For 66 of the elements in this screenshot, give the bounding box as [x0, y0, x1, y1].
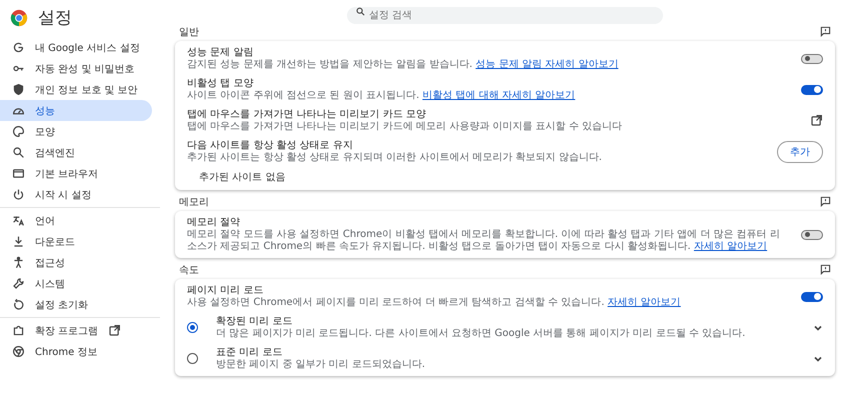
browser-window-icon [12, 167, 25, 180]
toggle-switch[interactable] [801, 292, 823, 302]
sidebar-item[interactable]: 개인 정보 보호 및 보안 [0, 79, 152, 100]
description: 더 많은 페이지가 미리 로드됩니다. 다른 사이트에서 요청하면 Google 서버를 통해 페이지가 미리 로드될 수 있습니다. [216, 328, 746, 340]
accessibility-icon [12, 256, 25, 269]
download-icon [12, 235, 25, 248]
palette-icon [12, 125, 25, 138]
learn-more-link[interactable]: 자세히 알아보기 [694, 241, 768, 252]
learn-more-link[interactable]: 자세히 알아보기 [608, 297, 681, 308]
puzzle-icon [12, 324, 25, 337]
shield-icon [12, 83, 25, 96]
sidebar-item[interactable]: 검색엔진 [0, 142, 152, 163]
sidebar-item[interactable]: 시작 시 설정 [0, 184, 152, 205]
sidebar-item[interactable]: 언어 [0, 210, 152, 231]
reset-icon [12, 298, 25, 311]
section-title: 일반 [179, 26, 199, 38]
sidebar-item[interactable]: 모양 [0, 121, 152, 142]
description: 사용 설정하면 Chrome에서 페이지를 미리 로드하여 더 빠르게 탐색하고 검색할 수 있습니다. 자세히 알아보기 [187, 297, 682, 309]
description: 메모리 절약 모드를 사용 설정하면 Chrome이 비활성 탭에서 메모리를 확보합니다. 이에 따라 활성 탭과 기타 앱에 더 많은 컴퓨터 리소스가 제공되고 Chrome의 빠른 속도가 유지됩니다. 비활성 탭으로 돌아가면 탭이 자동으로 다시 활성화됩니다. 자세히 알아보기 [187, 229, 781, 253]
section-title: 속도 [179, 264, 199, 276]
sidebar-item[interactable]: 시스템 [0, 273, 152, 294]
option-title: 표준 미리 로드 [216, 346, 284, 359]
feedback-icon[interactable] [820, 26, 831, 37]
sidebar-item[interactable]: Chrome 정보 [0, 341, 152, 362]
radio-button[interactable] [187, 353, 198, 364]
toggle-switch[interactable] [801, 54, 823, 64]
description: 추가된 사이트는 항상 활성 상태로 유지되며 이러한 사이트에서 메모리가 확보되지 않습니다. [187, 152, 603, 164]
setting-title: 다음 사이트를 항상 활성 상태로 유지 [187, 139, 354, 152]
description: 방문한 페이지 중 일부가 미리 로드되었습니다. [216, 359, 426, 371]
setting-title: 탭에 마우스를 가져가면 나타나는 미리보기 카드 모양 [187, 108, 428, 121]
setting-title: 성능 문제 알림 [187, 46, 254, 59]
page-title: 설정 [38, 7, 72, 29]
search-icon [12, 146, 25, 159]
learn-more-link[interactable]: 성능 문제 알림 자세히 알아보기 [476, 59, 618, 70]
add-button[interactable]: 추가 [777, 140, 823, 162]
sidebar-item[interactable]: 다운로드 [0, 231, 152, 252]
setting-title: 메모리 절약 [187, 216, 242, 229]
chrome-icon [12, 345, 25, 358]
sidebar-item[interactable]: 접근성 [0, 252, 152, 273]
setting-title: 비활성 탭 모양 [187, 77, 254, 90]
toggle-switch[interactable] [801, 84, 823, 94]
radio-button[interactable] [187, 322, 198, 333]
sidebar-item[interactable]: 내 Google 서비스 설정 [0, 37, 152, 58]
description: 사이트 아이콘 주위에 점선으로 된 원이 표시됩니다. 비활성 탭에 대해 자세히 알아보기 [187, 90, 576, 102]
description: 감지된 성능 문제를 개선하는 방법을 제안하는 알림을 받습니다. 성능 문제 알림 자세히 알아보기 [187, 59, 620, 71]
toggle-switch[interactable] [801, 230, 823, 240]
section-title: 메모리 [179, 196, 209, 208]
search-field[interactable]: 설정 검색 [347, 7, 663, 24]
sidebar-item[interactable]: 설정 초기화 [0, 294, 152, 315]
chrome-logo [10, 8, 28, 26]
sidebar-item[interactable]: 확장 프로그램 [0, 320, 152, 341]
sidebar-item[interactable]: 자동 완성 및 비밀번호 [0, 58, 152, 79]
empty-list-note: 추가된 사이트 없음 [198, 171, 286, 185]
sidebar-item[interactable]: 기본 브라우저 [0, 163, 152, 184]
learn-more-link[interactable]: 비활성 탭에 대해 자세히 알아보기 [422, 90, 576, 101]
setting-title: 페이지 미리 로드 [187, 284, 264, 297]
option-title: 확장된 미리 로드 [216, 315, 294, 328]
google-g-icon [12, 41, 25, 54]
translate-icon [12, 214, 25, 227]
external-link-icon [810, 114, 823, 127]
feedback-icon[interactable] [820, 196, 831, 207]
description: 탭에 마우스를 가져가면 나타나는 미리보기 카드에 메모리 사용량과 이미지를 표시할 수 있습니다 [187, 121, 623, 133]
feedback-icon[interactable] [820, 264, 831, 275]
power-icon [12, 188, 25, 201]
wrench-icon [12, 277, 25, 290]
sidebar-item[interactable]: 성능 [0, 100, 152, 121]
